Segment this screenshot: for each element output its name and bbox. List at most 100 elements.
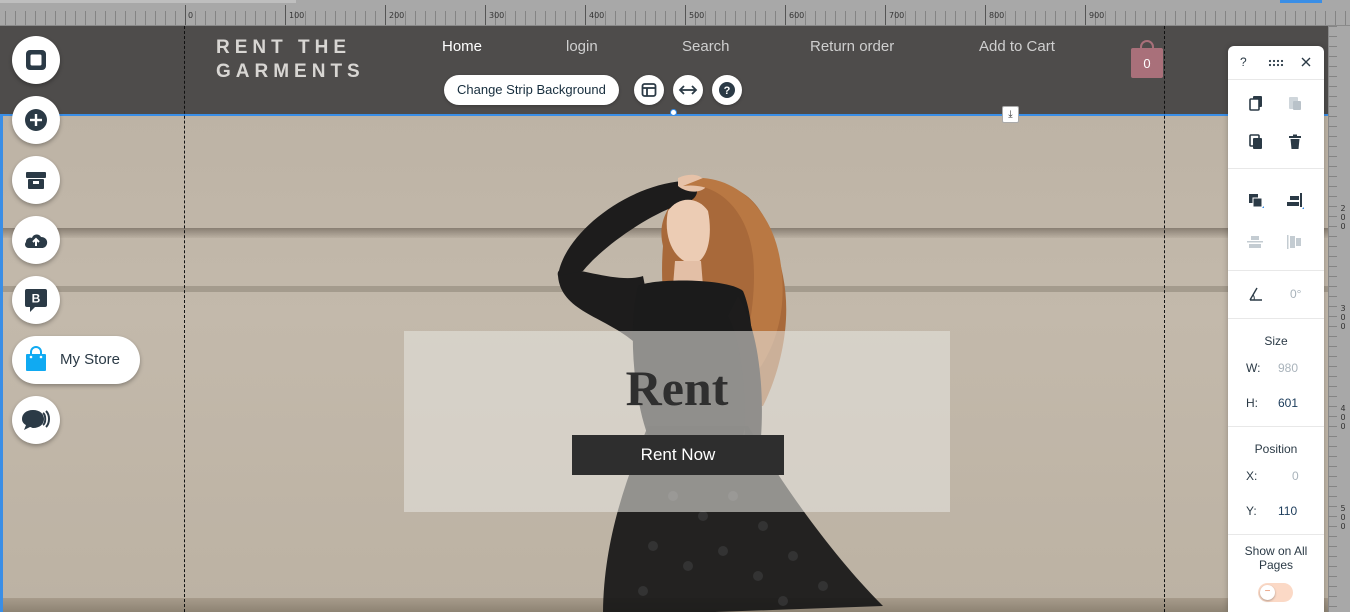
header-strip[interactable]: RENT THE GARMENTS Home login Search Retu… [0, 26, 1328, 114]
close-icon[interactable] [1296, 52, 1316, 72]
ruler-number: 500 [1340, 504, 1346, 531]
hero-overlay-box[interactable]: Rent Rent Now [404, 331, 950, 512]
svg-text:?: ? [724, 85, 731, 97]
width-input[interactable]: 980 [1278, 361, 1298, 375]
x-input[interactable]: 0 [1292, 469, 1299, 483]
my-store-button[interactable]: My Store [12, 336, 140, 384]
stretch-button[interactable] [673, 75, 703, 105]
panel-divider [1228, 318, 1324, 319]
x-label: X: [1246, 469, 1258, 483]
ruler-number: 500 [689, 11, 705, 20]
distribute-icon[interactable] [1285, 232, 1305, 252]
square-icon [26, 50, 46, 70]
nav-login[interactable]: login [566, 38, 598, 55]
height-label: H: [1246, 396, 1258, 410]
ruler-number: 300 [489, 11, 505, 20]
nav-home[interactable]: Home [442, 38, 482, 55]
panel-divider [1228, 534, 1324, 535]
pages-button[interactable] [12, 36, 60, 84]
cart-count: 0 [1143, 56, 1151, 71]
y-label: Y: [1246, 504, 1257, 518]
ruler-major-tick [685, 5, 686, 25]
cart-button[interactable]: 0 [1131, 38, 1163, 78]
ruler-major-tick [985, 5, 986, 25]
ruler-major-tick [485, 5, 486, 25]
app-market-button[interactable] [12, 156, 60, 204]
help-icon: ? [719, 82, 735, 98]
inspector-panel[interactable]: ? 0° Size W: 980 H: 601 Position X: 0 Y:… [1228, 46, 1324, 612]
nav-add-to-cart[interactable]: Add to Cart [979, 38, 1055, 55]
strip-resize-handle[interactable] [670, 109, 677, 116]
ruler-ticks [0, 11, 1350, 25]
ruler-major-tick [385, 5, 386, 25]
ruler-number: 200 [1340, 204, 1346, 231]
ruler-number: 600 [789, 11, 805, 20]
shopping-bag-icon [26, 346, 46, 371]
guide-line-left [184, 26, 185, 612]
width-label: W: [1246, 361, 1261, 375]
ruler-number: 100 [289, 11, 305, 20]
rent-now-button[interactable]: Rent Now [572, 435, 784, 475]
download-icon[interactable]: ⤓ [1002, 106, 1019, 123]
change-strip-background-button[interactable]: Change Strip Background [444, 75, 619, 105]
arrange-icon[interactable] [1246, 191, 1266, 211]
nav-return-order[interactable]: Return order [810, 38, 894, 55]
ruler-number: 0 [188, 11, 194, 20]
ruler-number: 800 [989, 11, 1005, 20]
blog-button[interactable]: B [12, 276, 60, 324]
stretch-horizontal-icon [678, 85, 698, 95]
ruler-major-tick [285, 5, 286, 25]
hero-strip[interactable]: Rent Rent Now [0, 114, 1328, 612]
upload-button[interactable] [12, 216, 60, 264]
nav-search[interactable]: Search [682, 38, 730, 55]
panel-divider [1228, 168, 1324, 169]
paste-style-icon[interactable] [1285, 93, 1305, 113]
ruler-major-tick [185, 5, 186, 25]
ruler-major-tick [785, 5, 786, 25]
layout-button[interactable] [634, 75, 664, 105]
duplicate-icon[interactable] [1246, 132, 1266, 152]
ruler-major-tick [585, 5, 586, 25]
ruler-number: 400 [1340, 404, 1346, 431]
panel-help[interactable]: ? [1240, 55, 1247, 69]
ruler-number: 700 [889, 11, 905, 20]
rotate-angle-icon[interactable] [1246, 284, 1266, 304]
help-button[interactable]: ? [712, 75, 742, 105]
ruler-strip-selected [1280, 0, 1322, 3]
rotation-value[interactable]: 0° [1290, 287, 1301, 301]
chat-button[interactable] [12, 396, 60, 444]
right-ruler: 200 300 400 500 [1328, 26, 1350, 612]
blog-letter: B [32, 292, 41, 306]
show-on-all-pages-toggle[interactable]: − [1258, 583, 1293, 602]
align-center-icon[interactable] [1246, 232, 1266, 252]
ruler-number: 400 [589, 11, 605, 20]
ruler-strip [0, 0, 296, 3]
y-input[interactable]: 110 [1278, 504, 1297, 518]
toggle-knob: − [1260, 585, 1275, 600]
ruler-ticks [1329, 26, 1337, 612]
panel-divider [1228, 426, 1324, 427]
copy-style-icon[interactable] [1246, 93, 1266, 113]
panel-divider [1228, 270, 1324, 271]
height-input[interactable]: 601 [1278, 396, 1298, 410]
ruler-major-tick [1085, 5, 1086, 25]
ruler-number: 900 [1089, 11, 1105, 20]
drag-handle-icon[interactable] [1266, 53, 1286, 73]
ruler-major-tick [885, 5, 886, 25]
cloud-upload-icon [25, 234, 48, 248]
logo-line: GARMENTS [216, 61, 365, 82]
ruler-number: 300 [1340, 304, 1346, 331]
blog-b-icon: B [25, 289, 47, 312]
plus-icon [25, 109, 47, 131]
add-button[interactable] [12, 96, 60, 144]
delete-icon[interactable] [1285, 132, 1305, 152]
position-label: Position [1254, 442, 1298, 456]
store-icon [26, 172, 46, 189]
layout-icon [641, 83, 657, 97]
align-right-icon[interactable] [1285, 191, 1305, 211]
hero-title: Rent [625, 360, 729, 416]
guide-line-right [1164, 26, 1165, 612]
my-store-label: My Store [60, 351, 121, 368]
ruler-number: 200 [389, 11, 405, 20]
site-logo[interactable]: RENT THE GARMENTS [216, 36, 365, 84]
